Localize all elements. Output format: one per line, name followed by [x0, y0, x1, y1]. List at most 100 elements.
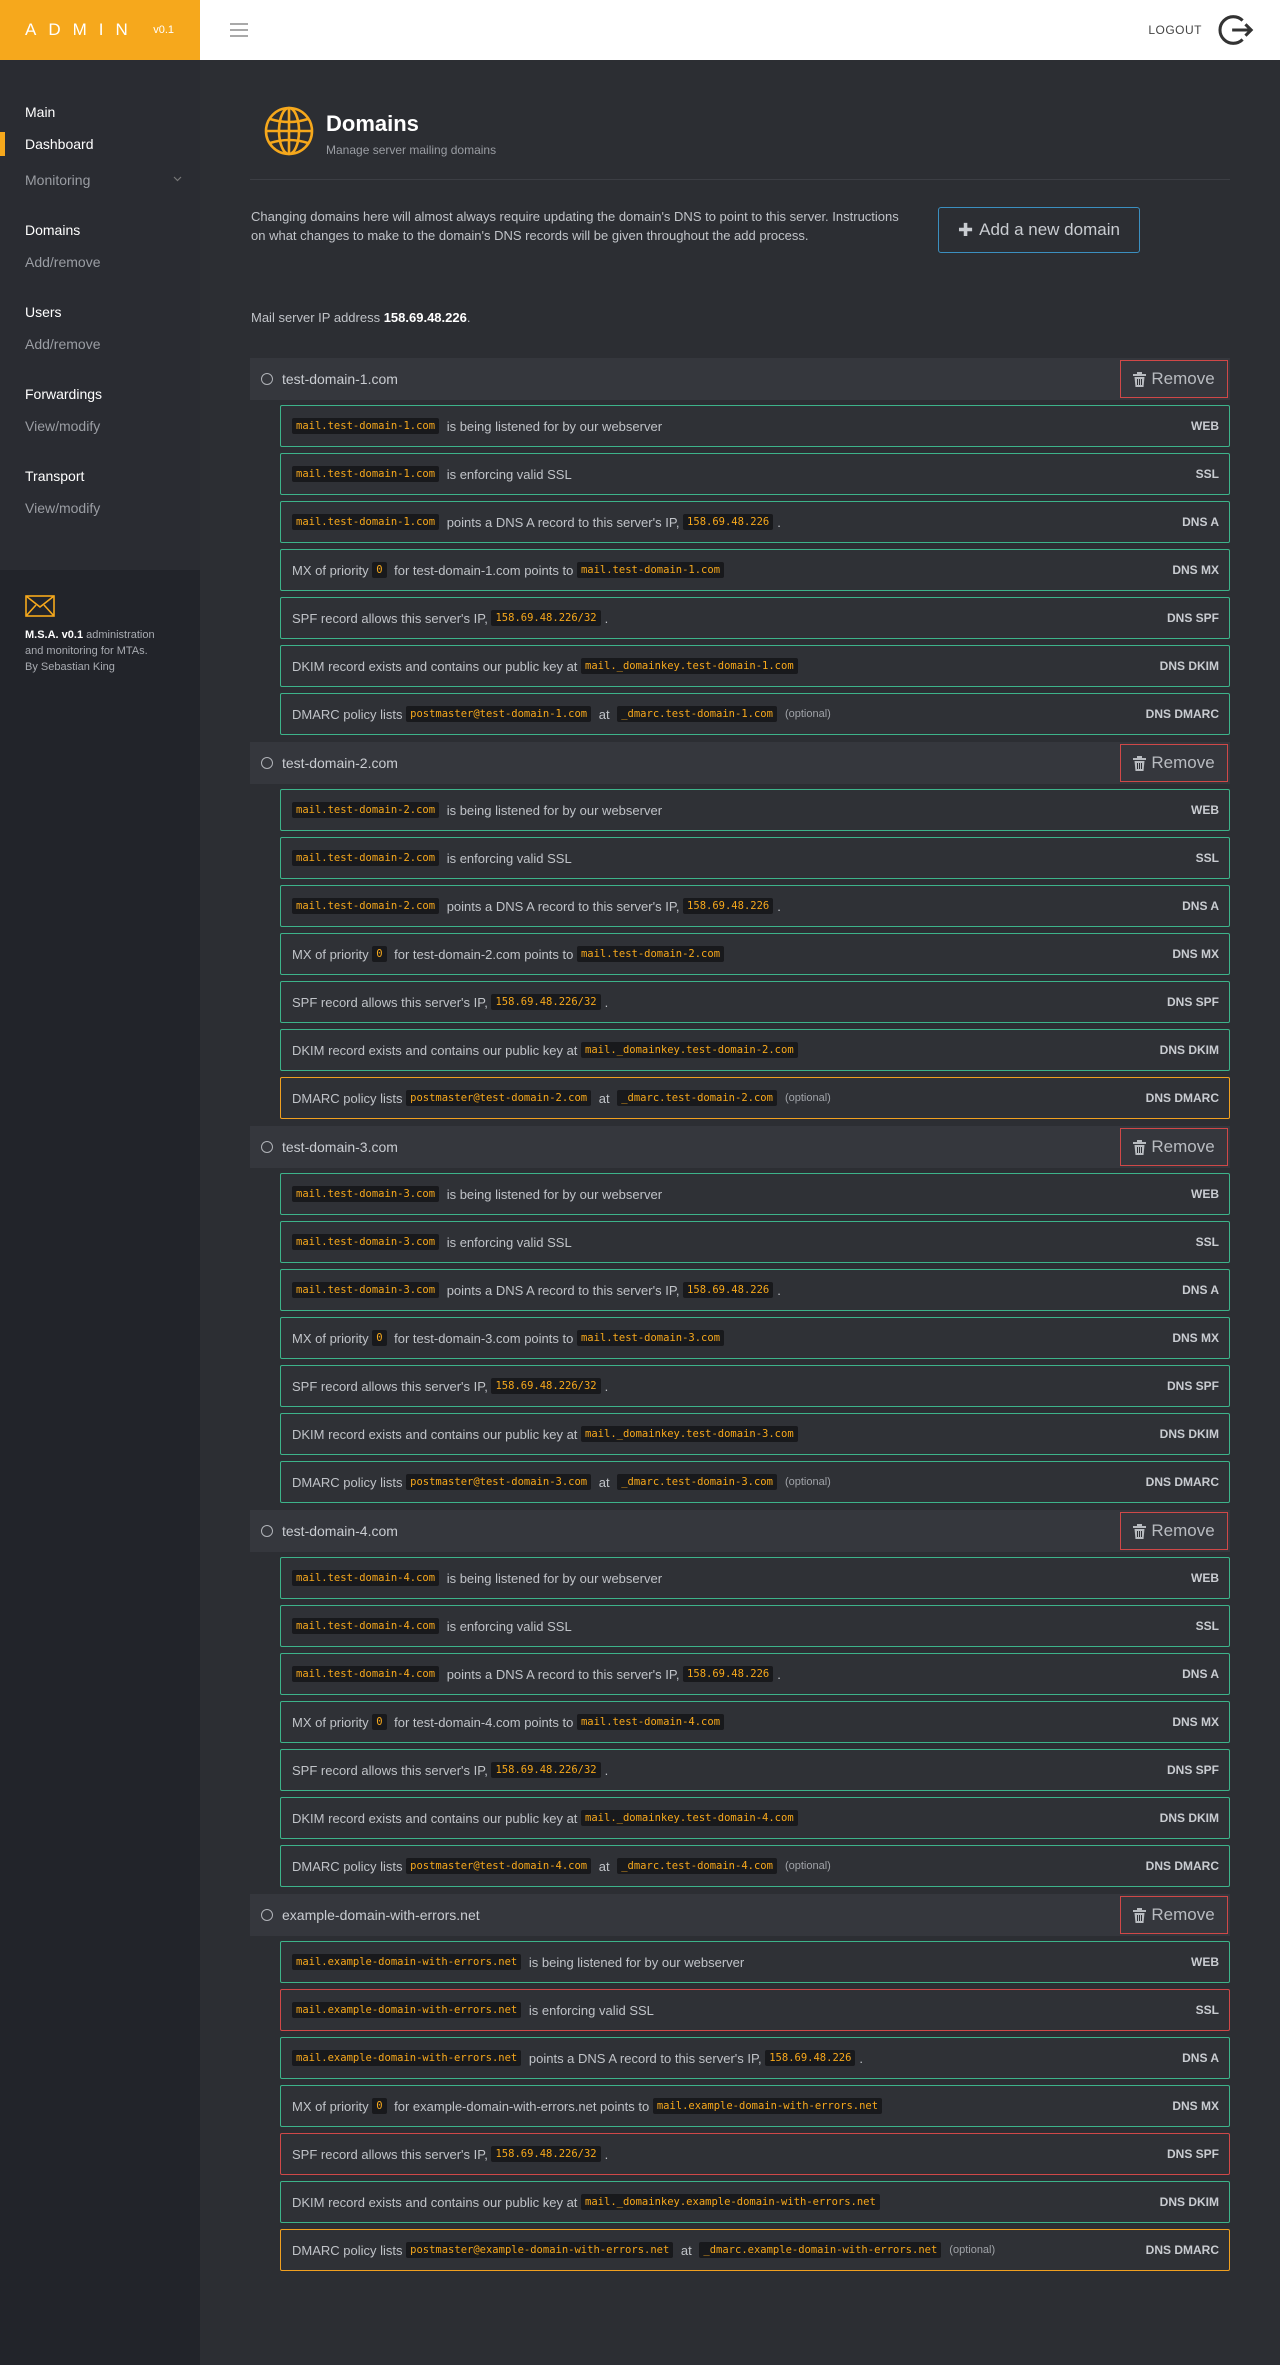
add-domain-button[interactable]: ✚ Add a new domain: [938, 207, 1140, 253]
check-tag: DNS SPF: [1166, 1763, 1219, 1777]
sidebar-item-dashboard[interactable]: Dashboard: [0, 126, 200, 162]
sidebar-footer: M.S.A. v0.1 administration and monitorin…: [0, 570, 200, 700]
domain-name: test-domain-1.com: [282, 371, 398, 387]
check-tag: WEB: [1191, 1571, 1219, 1585]
check-tag: DNS SPF: [1166, 995, 1219, 1009]
check-tag: DNS A: [1182, 1667, 1219, 1681]
logout-icon[interactable]: [1216, 11, 1254, 49]
sidebar-heading-users: Users: [25, 304, 62, 320]
sidebar-item-users-add-remove[interactable]: Add/remove: [0, 326, 200, 362]
page-header: Domains Manage server mailing domains: [250, 105, 1230, 180]
code-mail-host: mail.test-domain-2.com: [292, 850, 440, 866]
sidebar-item-forwardings-view[interactable]: View/modify: [0, 408, 200, 444]
check-text: is enforcing valid SSL: [443, 1618, 572, 1634]
domain-name: test-domain-2.com: [282, 755, 398, 771]
dns-checks: mail.test-domain-2.com is being listened…: [280, 789, 1230, 1119]
check-tag: SSL: [1195, 1235, 1219, 1249]
check-dns-spf: SPF record allows this server's IP, 158.…: [280, 2133, 1230, 2175]
check-text: SPF record allows this server's IP,: [292, 994, 492, 1010]
code-spf: 158.69.48.226/32: [491, 1378, 601, 1394]
ip-suffix: .: [466, 310, 471, 325]
code-postmaster: postmaster@test-domain-1.com: [406, 706, 592, 722]
dot: .: [604, 1378, 609, 1394]
domain-name-inline: test-domain-4.com: [412, 1714, 521, 1730]
sidebar-item-transport-view[interactable]: View/modify: [0, 490, 200, 526]
check-text: is being listened for by our webserver: [525, 1954, 745, 1970]
code-mail-host: mail.test-domain-3.com: [292, 1234, 440, 1250]
check-text: DMARC policy lists: [292, 2242, 407, 2258]
check-text: MX of priority: [292, 562, 373, 578]
check-text: at: [595, 1858, 614, 1874]
check-tag: DNS MX: [1172, 2099, 1219, 2113]
remove-domain-button[interactable]: Remove: [1120, 360, 1228, 398]
plus-icon: ✚: [958, 219, 974, 240]
code-mail-host: mail.test-domain-1.com: [292, 514, 440, 530]
check-text: points a DNS A record to this server's I…: [525, 2050, 766, 2066]
code-mail-host: mail.example-domain-with-errors.net: [292, 2050, 522, 2066]
check-dns-dkim: DKIM record exists and contains our publ…: [280, 2181, 1230, 2223]
code-dmarc: _dmarc.example-domain-with-errors.net: [699, 2242, 942, 2258]
check-text: points a DNS A record to this server's I…: [443, 1666, 684, 1682]
check-dns-a: mail.example-domain-with-errors.net poin…: [280, 2037, 1230, 2079]
remove-domain-button[interactable]: Remove: [1120, 744, 1228, 782]
brand[interactable]: ADMIN v0.1: [0, 0, 200, 60]
remove-domain-button[interactable]: Remove: [1120, 1128, 1228, 1166]
code-mail-host: mail.test-domain-3.com: [576, 1330, 725, 1346]
domain-block: test-domain-2.com Remove mail.test-domai…: [250, 742, 1230, 1126]
check-text: is enforcing valid SSL: [525, 2002, 654, 2018]
code-mail-host: mail.test-domain-3.com: [292, 1186, 440, 1202]
check-web: mail.example-domain-with-errors.net is b…: [280, 1941, 1230, 1983]
trash-icon: [1133, 755, 1147, 771]
domain-name: example-domain-with-errors.net: [282, 1907, 480, 1923]
check-tag: SSL: [1195, 851, 1219, 865]
sidebar-item-monitoring[interactable]: Monitoring: [0, 162, 200, 198]
check-dns-a: mail.test-domain-4.com points a DNS A re…: [280, 1653, 1230, 1695]
domain-radio[interactable]: [261, 1909, 273, 1921]
dns-checks: mail.test-domain-3.com is being listened…: [280, 1173, 1230, 1503]
code-dkim: mail._domainkey.example-domain-with-erro…: [581, 2194, 880, 2210]
check-text: points a DNS A record to this server's I…: [443, 898, 684, 914]
remove-domain-button[interactable]: Remove: [1120, 1512, 1228, 1550]
page-title: Domains: [326, 111, 419, 136]
remove-label: Remove: [1151, 1905, 1215, 1924]
domain-radio[interactable]: [261, 373, 273, 385]
sidebar-item-domains-add-remove[interactable]: Add/remove: [0, 244, 200, 280]
check-text: MX of priority: [292, 1330, 373, 1346]
trash-icon: [1133, 1907, 1147, 1923]
domain-radio[interactable]: [261, 1525, 273, 1537]
check-text: DKIM record exists and contains our publ…: [292, 1426, 582, 1442]
remove-label: Remove: [1151, 1521, 1215, 1540]
menu-toggle-icon[interactable]: [230, 23, 248, 37]
title-block: Domains Manage server mailing domains: [326, 111, 496, 157]
check-tag: DNS DMARC: [1145, 1859, 1219, 1873]
check-ssl: mail.test-domain-1.com is enforcing vali…: [280, 453, 1230, 495]
check-dns-dmarc: DMARC policy lists postmaster@test-domai…: [280, 1845, 1230, 1887]
domain-name-inline: example-domain-with-errors.net: [412, 2098, 597, 2114]
check-tag: WEB: [1191, 803, 1219, 817]
optional-note: (optional): [784, 708, 831, 720]
code-mail-host: mail.test-domain-2.com: [576, 946, 725, 962]
check-ssl: mail.test-domain-4.com is enforcing vali…: [280, 1605, 1230, 1647]
check-text: DMARC policy lists: [292, 1474, 407, 1490]
check-text: points a DNS A record to this server's I…: [443, 1282, 684, 1298]
check-web: mail.test-domain-4.com is being listened…: [280, 1557, 1230, 1599]
check-tag: SSL: [1195, 467, 1219, 481]
check-tag: WEB: [1191, 1187, 1219, 1201]
check-tag: DNS DMARC: [1145, 2243, 1219, 2257]
code-priority: 0: [372, 2098, 387, 2114]
code-mail-host: mail.test-domain-2.com: [292, 802, 440, 818]
logout-link[interactable]: LOGOUT: [1148, 23, 1202, 37]
page-subtitle: Manage server mailing domains: [326, 143, 497, 157]
dns-checks: mail.test-domain-1.com is being listened…: [280, 405, 1230, 735]
code-mail-host: mail.test-domain-4.com: [292, 1618, 440, 1634]
remove-domain-button[interactable]: Remove: [1120, 1896, 1228, 1934]
check-tag: SSL: [1195, 1619, 1219, 1633]
sidebar-heading-domains: Domains: [25, 222, 81, 238]
check-text: for: [390, 562, 413, 578]
check-text: DKIM record exists and contains our publ…: [292, 658, 582, 674]
footer-author: By Sebastian King: [25, 661, 115, 673]
check-dns-mx: MX of priority 0 for test-domain-1.com p…: [280, 549, 1230, 591]
domain-header: example-domain-with-errors.net Remove: [250, 1894, 1230, 1936]
domain-radio[interactable]: [261, 1141, 273, 1153]
domain-radio[interactable]: [261, 757, 273, 769]
